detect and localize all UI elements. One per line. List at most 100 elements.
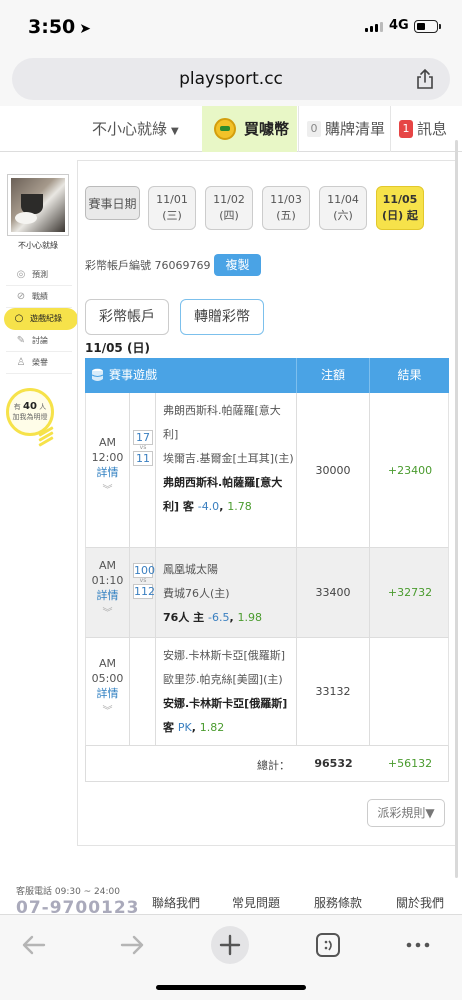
away-score: 17 xyxy=(133,430,153,445)
location-arrow-icon: ➤ xyxy=(79,21,91,37)
footer-link-about[interactable]: 關於我們 xyxy=(396,894,444,911)
hotline-label: 客服電話 09:30 ~ 24:00 xyxy=(16,887,120,897)
profile-name: 不小心就綠 xyxy=(18,241,58,250)
cart-count-badge: 0 xyxy=(307,121,321,137)
result-cell: +23400 xyxy=(387,464,433,477)
cart-link[interactable]: 0 購牌清單 xyxy=(298,106,390,152)
chevron-down-icon[interactable]: ︾ xyxy=(86,702,129,717)
sidebar-item-discussion[interactable]: ✎ 討論 xyxy=(6,330,72,352)
odds: 1.82 xyxy=(199,721,225,734)
back-arrow-icon[interactable] xyxy=(14,925,54,965)
handicap: -4.0 xyxy=(197,500,220,513)
teams-cell: 弗朗西斯科.帕薩羅[意大利] 埃爾吉.基爾金[土耳其](主) 弗朗西斯科.帕薩羅… xyxy=(156,393,297,547)
tab-coin-account[interactable]: 彩幣帳戶 xyxy=(85,299,169,335)
main-panel: 賽事日期 11/01 (三) 11/02 (四) 11/03 (五) 11/04 (六)… xyxy=(77,160,455,846)
payout-rules-button[interactable]: 派彩規則▼ xyxy=(367,799,445,827)
account-number-row: 彩幣帳戶編號 76069769 xyxy=(85,257,211,273)
time-ampm: AM xyxy=(98,436,116,449)
pick-side: 客 xyxy=(182,500,194,513)
chevron-down-icon[interactable]: ︾ xyxy=(86,481,129,496)
sidebar-item-game-history[interactable]: ○ 遊戲紀錄 xyxy=(4,308,78,330)
header-game: 賽事遊戲 xyxy=(109,368,158,382)
teams-cell: 鳳凰城太陽 費城76人(主) 76人 主 -6.5, 1.98 xyxy=(156,548,297,637)
detail-link[interactable]: 詳情 xyxy=(86,465,129,481)
cellular-signal-icon xyxy=(365,22,383,32)
total-label: 總計： xyxy=(257,759,290,772)
user-menu[interactable]: 不小心就綠 ▼ xyxy=(92,106,202,152)
date-text: 11/04 xyxy=(327,193,359,206)
score-cell xyxy=(130,638,156,745)
target-icon: ◎ xyxy=(16,269,26,280)
forward-arrow-icon[interactable] xyxy=(112,925,152,965)
detail-link[interactable]: 詳情 xyxy=(86,686,129,702)
result-cell: +32732 xyxy=(387,586,433,599)
home-score: 112 xyxy=(133,584,155,599)
status-time: 3:50 ➤ xyxy=(28,16,91,38)
battery-icon xyxy=(414,20,441,33)
pick-line: 弗朗西斯科.帕薩羅[意大利] 客 -4.0, 1.78 xyxy=(163,476,283,513)
address-bar[interactable]: playsport.cc xyxy=(12,58,450,100)
network-type: 4G xyxy=(389,18,409,33)
pick-team: 安娜.卡林斯卡亞[俄羅斯] xyxy=(163,697,288,710)
date-button-1101[interactable]: 11/01 (三) xyxy=(148,186,196,230)
sidebar-item-record[interactable]: ⊘ 戰績 xyxy=(6,286,72,308)
account-number: 76069769 xyxy=(154,259,211,272)
handicap: PK xyxy=(177,721,192,734)
more-options-icon[interactable] xyxy=(398,925,438,965)
time-value: 01:10 xyxy=(91,574,124,587)
match-date-label: 賽事日期 xyxy=(85,186,140,220)
time-ampm: AM xyxy=(98,657,116,670)
browser-toolbar: playsport.cc xyxy=(0,54,462,106)
fans-count: 40 xyxy=(23,401,37,412)
score-cell: 17 vs 11 xyxy=(130,393,156,547)
record-icon: ○ xyxy=(14,313,24,324)
table-row: AM 05:00 詳情 ︾ 安娜.卡林斯卡亞[俄羅斯] 歐里莎.帕克絲[美國](… xyxy=(85,638,449,746)
handicap: -6.5 xyxy=(208,611,230,624)
footer-link-contact[interactable]: 聯絡我們 xyxy=(152,894,200,911)
pick-side: 客 xyxy=(163,721,174,734)
scrollbar[interactable] xyxy=(455,140,458,878)
date-button-1103[interactable]: 11/03 (五) xyxy=(262,186,310,230)
time-value: 05:00 xyxy=(91,672,124,685)
sidebar-item-label: 戰績 xyxy=(32,292,48,301)
time-cell: AM 05:00 詳情 ︾ xyxy=(86,638,130,745)
total-row: 總計： 96532 +56132 xyxy=(85,746,449,782)
day-text: (日) 起 xyxy=(382,209,418,222)
footer-link-terms[interactable]: 服務條款 xyxy=(314,894,362,911)
tab-transfer-coins[interactable]: 轉贈彩幣 xyxy=(180,299,264,335)
share-icon[interactable] xyxy=(416,68,434,90)
sidebar-item-predict[interactable]: ◎ 預測 xyxy=(6,264,72,286)
copy-button[interactable]: 複製 xyxy=(214,254,261,276)
buy-coins-button[interactable]: 買噱幣 xyxy=(202,106,297,152)
pick-line: 安娜.卡林斯卡亞[俄羅斯] 客 PK, 1.82 xyxy=(163,697,288,734)
messages-link[interactable]: 1 訊息 xyxy=(390,106,462,152)
status-bar: 3:50 ➤ 4G xyxy=(0,0,462,54)
table-header: 賽事遊戲 注額 結果 xyxy=(85,358,449,393)
time-cell: AM 01:10 詳情 ︾ xyxy=(86,548,130,637)
away-team: 安娜.卡林斯卡亞[俄羅斯] xyxy=(163,649,286,662)
odds: 1.78 xyxy=(227,500,252,513)
cart-label: 購牌清單 xyxy=(325,120,386,138)
detail-link[interactable]: 詳情 xyxy=(86,588,129,604)
avatar[interactable] xyxy=(7,174,69,236)
date-button-1102[interactable]: 11/02 (四) xyxy=(205,186,253,230)
stake-cell: 30000 xyxy=(297,393,370,547)
footer-link-faq[interactable]: 常見問題 xyxy=(232,894,280,911)
day-title: 11/05 (日) xyxy=(85,341,150,355)
day-text: (四) xyxy=(219,209,239,222)
new-tab-plus-icon[interactable] xyxy=(210,925,250,965)
sidebar-item-honor[interactable]: ♙ 榮譽 xyxy=(6,352,72,374)
pick-side: 主 xyxy=(193,611,205,624)
sidebar-item-label: 榮譽 xyxy=(32,358,48,367)
user-menu-label: 不小心就綠 xyxy=(92,120,168,138)
sidebar-item-label: 討論 xyxy=(32,336,48,345)
date-button-1105[interactable]: 11/05 (日) 起 xyxy=(376,186,424,230)
total-stake: 96532 xyxy=(314,757,353,770)
date-button-1104[interactable]: 11/04 (六) xyxy=(319,186,367,230)
chevron-down-icon[interactable]: ︾ xyxy=(86,604,129,619)
pick-team: 弗朗西斯科.帕薩羅[意大利] xyxy=(163,476,283,513)
away-team: 弗朗西斯科.帕薩羅[意大利] xyxy=(163,404,281,441)
date-text: 11/02 xyxy=(213,193,245,206)
tabs-icon[interactable] xyxy=(308,925,348,965)
time-cell: AM 12:00 詳情 ︾ xyxy=(86,393,130,547)
